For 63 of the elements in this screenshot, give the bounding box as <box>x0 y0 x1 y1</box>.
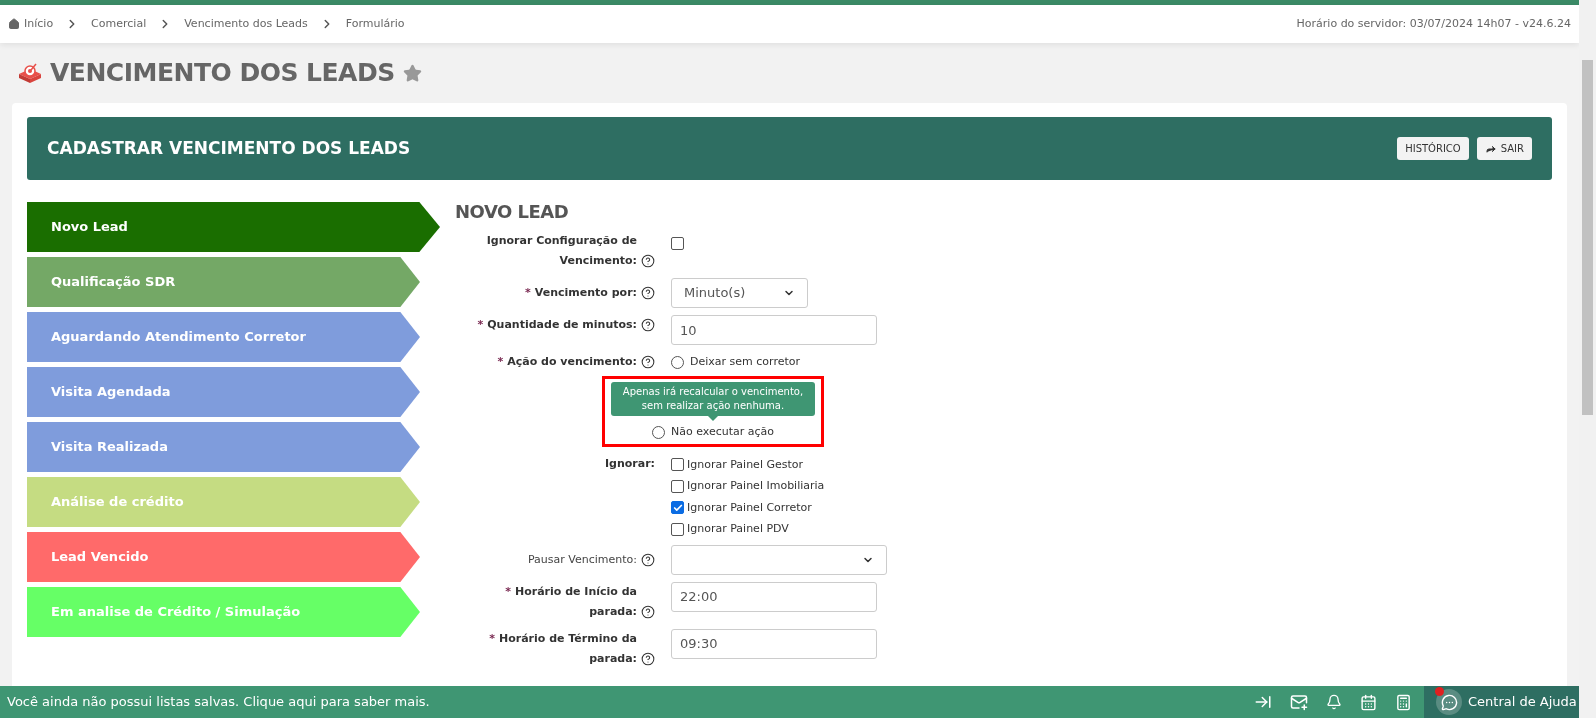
arrow-to-line-icon[interactable] <box>1254 693 1272 711</box>
radio-label: Deixar sem corretor <box>690 353 800 370</box>
field-label: Horário de Término da parada: <box>498 631 637 665</box>
field-label: Pausar Vencimento: <box>527 552 637 566</box>
chat-icon <box>1436 689 1462 715</box>
history-button[interactable]: HISTÓRICO <box>1397 137 1469 160</box>
bell-icon[interactable] <box>1326 694 1342 710</box>
card-title: CADASTRAR VENCIMENTO DOS LEADS <box>47 136 411 160</box>
breadcrumb-link[interactable]: Comercial <box>91 15 147 33</box>
home-icon <box>8 18 20 30</box>
help-icon[interactable] <box>641 552 655 567</box>
text-field[interactable]: 22:00 <box>671 581 877 612</box>
mail-icon[interactable] <box>1290 693 1308 711</box>
step-tab[interactable]: Novo Lead <box>27 202 440 252</box>
breadcrumb-link[interactable]: Início <box>24 15 54 33</box>
help-icon[interactable] <box>641 651 655 666</box>
text-field[interactable]: 09:30 <box>671 628 877 659</box>
saved-lists-message[interactable]: Você ainda não possui listas salvas. Clique aqui para saber mais. <box>7 692 430 712</box>
field-label: Ignorar Configuração de Vencimento: <box>486 234 637 267</box>
field-label: Horário de Início da parada: <box>514 584 637 618</box>
calculator-icon[interactable] <box>1395 693 1412 711</box>
breadcrumb-link[interactable]: Vencimento dos Leads <box>184 15 308 33</box>
calendar-icon[interactable] <box>1360 693 1377 711</box>
help-center-button[interactable]: Central de Ajuda <box>1424 686 1579 718</box>
help-icon[interactable] <box>641 355 655 369</box>
text-field[interactable]: 10 <box>671 315 877 345</box>
field-label: Ação do vencimento: <box>507 355 637 368</box>
checkbox[interactable] <box>671 237 684 250</box>
required-mark: * <box>497 355 504 368</box>
target-box-icon <box>18 62 42 84</box>
required-mark: * <box>525 286 531 299</box>
checkbox[interactable] <box>671 479 684 493</box>
tooltip: Apenas irá recalcular o vencimento, sem realizar ação nenhuma. <box>611 382 815 421</box>
field-label: Vencimento por: <box>534 286 637 299</box>
favorite-star-icon[interactable] <box>402 63 422 83</box>
radio-button[interactable] <box>671 355 684 369</box>
required-mark: * <box>477 318 484 331</box>
exit-button[interactable]: SAIR <box>1476 137 1532 160</box>
select-field[interactable]: Minuto(s) <box>671 278 808 308</box>
checkmark-icon <box>672 502 683 513</box>
help-icon[interactable] <box>641 286 655 300</box>
checkbox[interactable] <box>671 522 684 536</box>
field-label: Ignorar: <box>604 456 655 470</box>
radio-label: Não executar ação <box>670 424 775 440</box>
select-field[interactable] <box>671 544 887 575</box>
checkbox-label: Ignorar Painel Corretor <box>687 499 812 516</box>
required-mark: * <box>489 631 495 645</box>
server-time: Horário do servidor: 03/07/2024 14h07 - v24.6.24 <box>1296 15 1571 32</box>
breadcrumb-link[interactable]: Formulário <box>345 15 405 33</box>
checkbox-label: Ignorar Painel Imobiliaria <box>687 478 825 494</box>
radio-button[interactable] <box>651 425 665 439</box>
required-mark: * <box>505 584 511 598</box>
section-title: NOVO LEAD <box>455 200 570 224</box>
help-icon[interactable] <box>641 318 655 332</box>
checkbox-label: Ignorar Painel PDV <box>687 521 789 537</box>
select-value: Minuto(s) <box>684 284 746 303</box>
checkbox[interactable] <box>671 501 684 515</box>
help-icon[interactable] <box>641 254 655 268</box>
checkbox[interactable] <box>671 458 684 472</box>
page-title: VENCIMENTO DOS LEADS <box>50 57 395 90</box>
checkbox-label: Ignorar Painel Gestor <box>687 456 804 473</box>
help-icon[interactable] <box>641 604 655 619</box>
field-label: Quantidade de minutos: <box>487 318 637 331</box>
